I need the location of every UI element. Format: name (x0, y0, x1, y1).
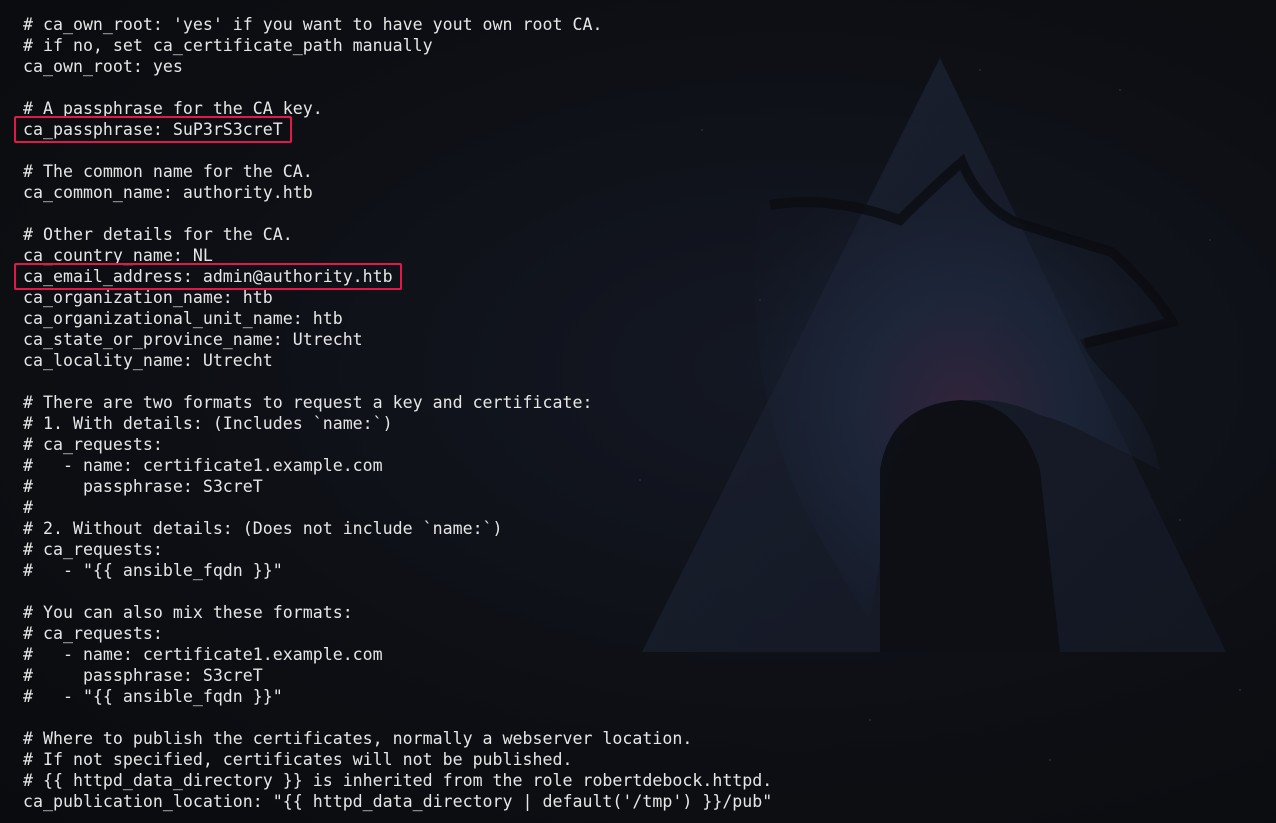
terminal-line: # Where to publish the certificates, nor… (23, 729, 693, 748)
terminal-line: ca_locality_name: Utrecht (23, 351, 273, 370)
terminal-line: # ca_requests: (23, 435, 163, 454)
terminal-line: # The common name for the CA. (23, 162, 313, 181)
terminal-line: ca_organization_name: htb (23, 288, 273, 307)
terminal-line: # passphrase: S3creT (23, 666, 263, 685)
terminal-line: ca_publication_location: "{{ httpd_data_… (23, 792, 773, 811)
terminal-line: # - name: certificate1.example.com (23, 645, 383, 664)
highlighted-terminal-line: ca_passphrase: SuP3rS3creT (14, 116, 292, 143)
terminal-line: # If not specified, certificates will no… (23, 750, 573, 769)
highlighted-line-wrapper: ca_passphrase: SuP3rS3creT (14, 116, 772, 143)
terminal-line: # ca_own_root: 'yes' if you want to have… (23, 15, 603, 34)
terminal-line: # ca_requests: (23, 624, 163, 643)
terminal-line: ca_common_name: authority.htb (23, 183, 313, 202)
terminal-line: # ca_requests: (23, 540, 163, 559)
terminal-line: # Other details for the CA. (23, 225, 293, 244)
terminal-line: # 2. Without details: (Does not include … (23, 519, 503, 538)
terminal-line: # (23, 498, 33, 517)
terminal-output[interactable]: # ca_own_root: 'yes' if you want to have… (14, 14, 773, 812)
terminal-line: # - name: certificate1.example.com (23, 456, 383, 475)
terminal-line: ca_own_root: yes (23, 57, 183, 76)
terminal-line: # passphrase: S3creT (23, 477, 263, 496)
terminal-line: # - "{{ ansible_fqdn }}" (23, 561, 283, 580)
terminal-line: ca_state_or_province_name: Utrecht (23, 330, 363, 349)
terminal-line: # if no, set ca_certificate_path manuall… (23, 36, 433, 55)
terminal-line: # - "{{ ansible_fqdn }}" (23, 687, 283, 706)
highlighted-line-wrapper: ca_email_address: admin@authority.htb (14, 263, 772, 290)
terminal-line: # {{ httpd_data_directory }} is inherite… (23, 771, 773, 790)
highlighted-terminal-line: ca_email_address: admin@authority.htb (14, 263, 402, 290)
terminal-line: # You can also mix these formats: (23, 603, 353, 622)
terminal-line: # There are two formats to request a key… (23, 393, 593, 412)
terminal-line: # 1. With details: (Includes `name:`) (23, 414, 393, 433)
terminal-line: ca_organizational_unit_name: htb (23, 309, 343, 328)
terminal-window[interactable]: # ca_own_root: 'yes' if you want to have… (0, 0, 1276, 823)
